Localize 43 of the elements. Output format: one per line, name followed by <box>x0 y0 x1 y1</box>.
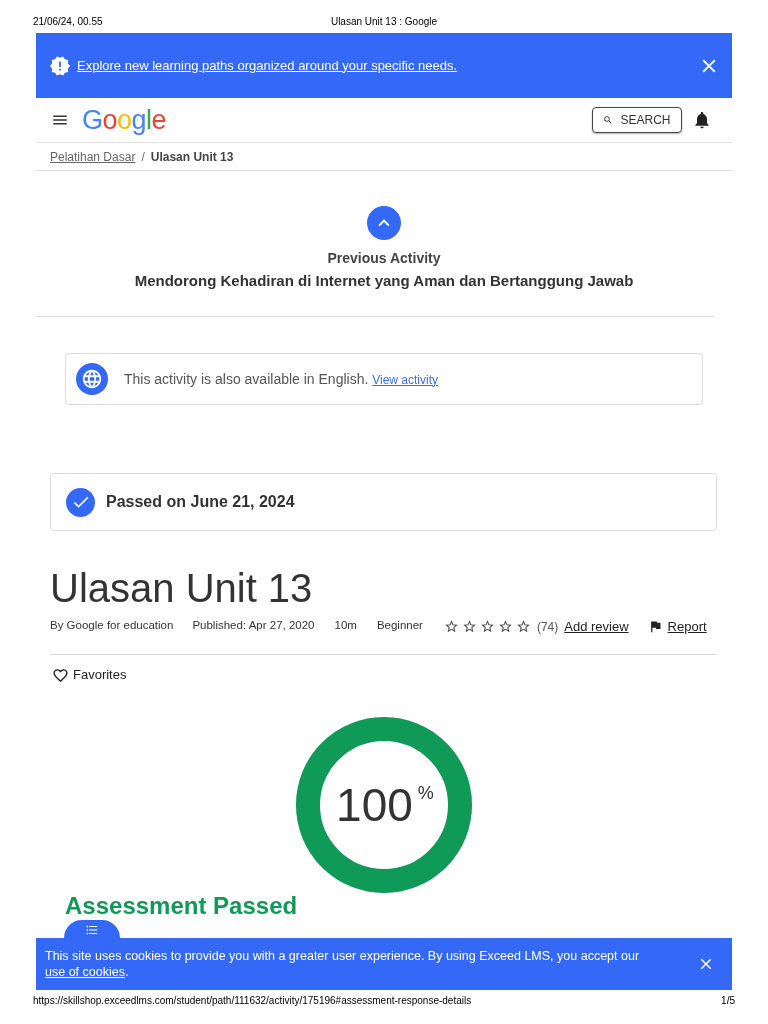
star-icon <box>461 619 477 634</box>
list-icon <box>85 923 99 937</box>
star-icon <box>443 619 459 634</box>
breadcrumb-separator: / <box>141 148 145 165</box>
previous-activity-label: Previous Activity <box>327 249 441 268</box>
language-notice-text: This activity is also available in English. View activity <box>124 369 439 389</box>
review-count: (74) <box>536 619 559 634</box>
view-activity-link[interactable]: View activity <box>372 372 439 387</box>
percent-sign: % <box>417 783 434 803</box>
print-url: https://skillshop.exceedlms.com/student/path/111632/activity/175196#assessment-response-details <box>33 995 472 1008</box>
alert-badge-icon <box>49 54 71 77</box>
print-date: 21/06/24, 00.55 <box>33 16 103 29</box>
score-value: 100 <box>336 779 413 831</box>
breadcrumb-current: Ulasan Unit 13 <box>150 148 234 165</box>
list-fab-button[interactable] <box>64 920 120 938</box>
result-title: Assessment Passed <box>65 894 298 918</box>
globe-icon <box>76 363 108 395</box>
google-logo[interactable]: Google <box>82 104 167 136</box>
cookie-notice-text: This site uses cookies to provide you with a greater user experience. By using Exceed LMS, you accept our use of cookies. <box>45 948 641 980</box>
previous-activity-button[interactable] <box>367 206 401 240</box>
cookie-policy-link[interactable]: use of cookies <box>45 965 125 979</box>
check-icon <box>66 487 95 517</box>
star-icon <box>497 619 513 634</box>
status-text: Passed on June 21, 2024 <box>106 492 295 512</box>
page-number: 1/5 <box>721 995 735 1008</box>
favorites-button[interactable]: Favorites <box>52 665 127 685</box>
search-button[interactable]: SEARCH <box>592 107 682 133</box>
difficulty-text: Beginner <box>376 618 423 632</box>
print-title: Ulasan Unit 13 : Google <box>330 16 438 29</box>
heart-icon <box>52 666 69 684</box>
published-date: Published: Apr 27, 2020 <box>192 618 315 632</box>
page-title: Ulasan Unit 13 <box>50 565 313 612</box>
breadcrumb-link[interactable]: Pelatihan Dasar <box>50 148 136 165</box>
notifications-icon[interactable] <box>692 110 712 130</box>
search-icon <box>603 115 614 125</box>
duration-text: 10m <box>334 618 357 632</box>
previous-activity-title[interactable]: Mendorong Kehadiran di Internet yang Aman dan Bertanggung Jawab <box>134 271 634 291</box>
author-text: By Google for education <box>50 618 174 632</box>
report-link[interactable]: Report <box>647 618 707 635</box>
star-icon <box>479 619 495 634</box>
star-icon <box>515 619 531 634</box>
announcement-link[interactable]: Explore new learning paths organized around your specific needs. <box>77 57 458 74</box>
add-review-link[interactable]: Add review <box>564 618 629 635</box>
